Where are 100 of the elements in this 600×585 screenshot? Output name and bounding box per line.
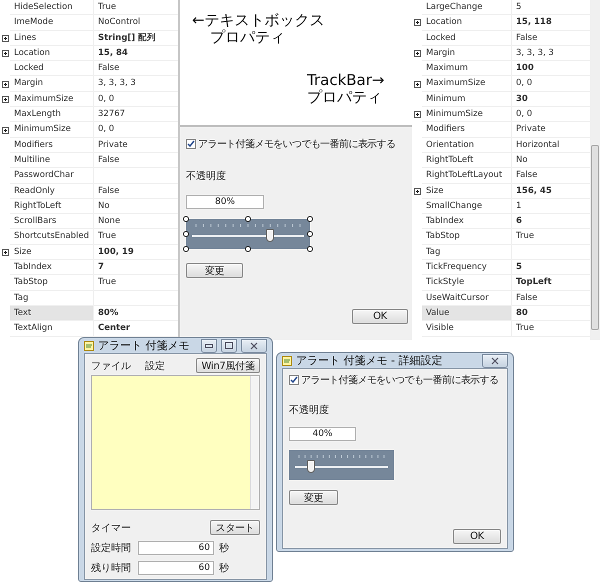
change-button[interactable]: 変更: [186, 263, 243, 278]
property-name[interactable]: ReadOnly: [10, 184, 94, 199]
selection-handle[interactable]: [307, 246, 313, 252]
property-name[interactable]: TickFrequency: [422, 260, 512, 276]
property-value[interactable]: 3, 3, 3, 3: [94, 76, 178, 92]
property-name[interactable]: PasswordChar: [10, 168, 94, 184]
trackbar[interactable]: [186, 219, 310, 249]
property-name[interactable]: Modifiers: [10, 138, 94, 153]
property-name[interactable]: Visible: [422, 321, 512, 337]
property-name[interactable]: MinimumSize: [422, 107, 512, 122]
property-name[interactable]: TabStop: [10, 275, 94, 291]
property-name[interactable]: MaximumSize: [10, 92, 94, 108]
property-name[interactable]: ScrollBars: [10, 214, 94, 230]
menu-item[interactable]: ファイル: [91, 358, 131, 372]
property-name[interactable]: Margin: [422, 46, 512, 62]
property-name[interactable]: Value: [422, 306, 512, 322]
property-name[interactable]: TickStyle: [422, 275, 512, 291]
expand-icon[interactable]: [2, 80, 8, 88]
change-button[interactable]: 変更: [289, 490, 338, 505]
opacity-field[interactable]: 40%: [289, 427, 356, 441]
checkbox[interactable]: [186, 139, 196, 149]
checkbox-label[interactable]: アラート付箋メモをいつでも一番前に表示する: [301, 373, 498, 387]
maximize-icon[interactable]: [225, 342, 233, 349]
property-name[interactable]: UseWaitCursor: [422, 290, 512, 306]
checkbox[interactable]: [289, 375, 299, 385]
property-name[interactable]: Margin: [10, 76, 94, 92]
property-name[interactable]: Minimum: [422, 92, 512, 108]
property-value[interactable]: No: [94, 198, 178, 214]
minimize-icon[interactable]: [205, 344, 213, 348]
property-name[interactable]: ShortcutsEnabled: [10, 229, 94, 245]
property-value[interactable]: 80%: [94, 306, 178, 322]
property-name[interactable]: MinimumSize: [10, 122, 94, 138]
selection-handle[interactable]: [245, 246, 251, 252]
selection-handle[interactable]: [307, 216, 313, 222]
property-name[interactable]: Modifiers: [422, 122, 512, 138]
expand-icon[interactable]: [2, 96, 8, 103]
expand-icon[interactable]: [2, 248, 8, 256]
property-name[interactable]: TextAlign: [10, 321, 94, 337]
checkbox-label[interactable]: アラート付箋メモをいつでも一番前に表示する: [198, 137, 396, 151]
close-icon[interactable]: [491, 356, 499, 364]
property-name[interactable]: Size: [422, 184, 512, 199]
property-name[interactable]: TabIndex: [422, 214, 512, 230]
expand-icon[interactable]: [414, 19, 420, 26]
property-name[interactable]: Location: [10, 46, 94, 62]
style-button[interactable]: Win7風付箋: [196, 358, 260, 373]
trackbar-thumb[interactable]: [306, 460, 315, 473]
property-name[interactable]: RightToLeftLayout: [422, 168, 512, 184]
trackbar-thumb[interactable]: [266, 229, 274, 242]
property-value[interactable]: True: [94, 275, 178, 291]
ok-button[interactable]: OK: [352, 309, 408, 324]
property-value[interactable]: String[] 配列: [94, 30, 178, 46]
property-name[interactable]: Orientation: [422, 138, 512, 153]
property-value[interactable]: NoControl: [94, 15, 178, 31]
property-name[interactable]: SmallChange: [422, 198, 512, 214]
property-value[interactable]: 7: [94, 260, 178, 276]
selection-handle[interactable]: [183, 231, 189, 237]
time-field[interactable]: 60: [138, 541, 214, 555]
property-name[interactable]: HideSelection: [10, 0, 94, 16]
property-name[interactable]: Location: [422, 15, 512, 31]
property-value[interactable]: 32767: [94, 107, 178, 122]
property-name[interactable]: MaximumSize: [422, 76, 512, 92]
property-name[interactable]: ImeMode: [10, 15, 94, 31]
property-value[interactable]: True: [94, 229, 178, 245]
expand-icon[interactable]: [2, 34, 8, 42]
expand-icon[interactable]: [414, 50, 420, 58]
property-value[interactable]: False: [94, 152, 178, 168]
property-value[interactable]: Private: [94, 138, 178, 153]
property-name[interactable]: Lines: [10, 30, 94, 46]
property-name[interactable]: TabIndex: [10, 260, 94, 276]
close-button[interactable]: [482, 354, 508, 368]
minimize-button[interactable]: [201, 338, 217, 352]
selection-handle[interactable]: [183, 216, 189, 222]
close-button[interactable]: [241, 338, 267, 352]
trackbar[interactable]: [289, 450, 394, 480]
close-icon[interactable]: [250, 342, 258, 350]
property-value[interactable]: None: [94, 214, 178, 230]
expand-icon[interactable]: [414, 111, 420, 118]
property-value[interactable]: 15, 84: [94, 46, 178, 62]
selection-handle[interactable]: [307, 231, 313, 237]
selection-handle[interactable]: [183, 246, 189, 252]
expand-icon[interactable]: [2, 50, 8, 58]
property-value[interactable]: True: [94, 0, 178, 16]
expand-icon[interactable]: [414, 80, 420, 88]
property-name[interactable]: Size: [10, 244, 94, 260]
scrollbar[interactable]: [590, 0, 600, 340]
property-name[interactable]: Tag: [10, 290, 94, 306]
property-name[interactable]: Text: [10, 306, 94, 322]
opacity-field[interactable]: 80%: [186, 195, 264, 209]
property-name[interactable]: Tag: [422, 244, 512, 260]
scrollbar-thumb[interactable]: [591, 145, 599, 330]
time-field[interactable]: 60: [138, 561, 214, 575]
property-value[interactable]: 100, 19: [94, 244, 178, 260]
property-name[interactable]: TabStop: [422, 229, 512, 245]
property-name[interactable]: Locked: [10, 61, 94, 76]
property-value[interactable]: 0, 0: [94, 122, 178, 138]
menu-item[interactable]: 設定: [145, 358, 165, 372]
property-name[interactable]: RightToLeft: [422, 152, 512, 168]
expand-icon[interactable]: [2, 126, 8, 134]
property-value[interactable]: 0, 0: [94, 92, 178, 108]
property-name[interactable]: RightToLeft: [10, 198, 94, 214]
